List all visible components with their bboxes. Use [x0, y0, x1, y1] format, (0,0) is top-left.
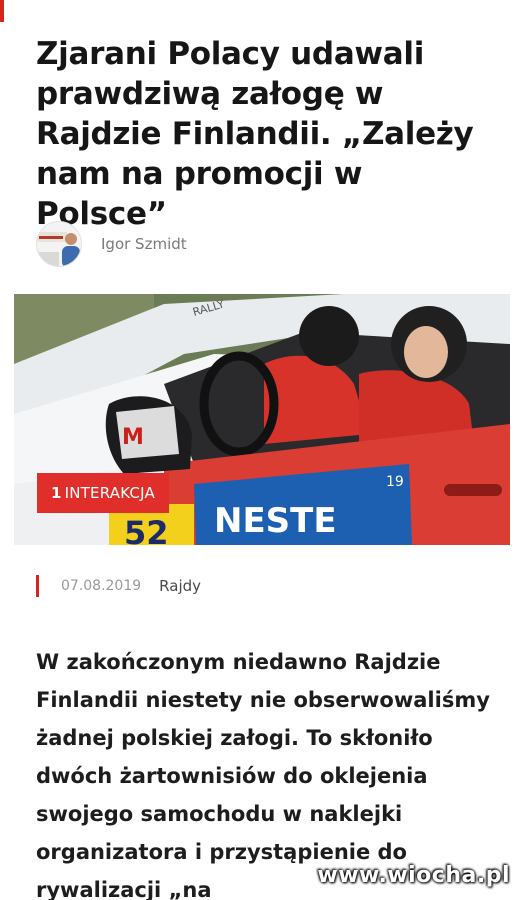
interactions-label: INTERAKCJA	[64, 484, 155, 502]
publish-date: 07.08.2019	[61, 578, 142, 594]
interactions-count: 1	[51, 484, 62, 502]
article-meta: 07.08.2019 Rajdy	[36, 575, 201, 597]
meta-accent-bar	[36, 575, 39, 597]
article-lead: W zakończonym niedawno Rajdzie Finlandii…	[36, 650, 490, 900]
author-byline[interactable]: Igor Szmidt	[36, 221, 187, 267]
category-link[interactable]: Rajdy	[159, 577, 201, 595]
neste-sticker-text: NESTE	[214, 501, 337, 541]
car-number-text: 52	[124, 514, 169, 545]
top-accent-bar	[0, 0, 4, 22]
interactions-badge[interactable]: 1 INTERAKCJA	[37, 473, 169, 513]
article-headline: Zjarani Polacy udawali prawdziwą załogę …	[36, 36, 474, 232]
author-avatar[interactable]	[36, 221, 82, 267]
sticker-number-text: 19	[386, 474, 404, 490]
watermark: www.wiocha.pl	[317, 863, 510, 888]
svg-text:M: M	[122, 425, 144, 450]
author-name[interactable]: Igor Szmidt	[101, 235, 187, 253]
